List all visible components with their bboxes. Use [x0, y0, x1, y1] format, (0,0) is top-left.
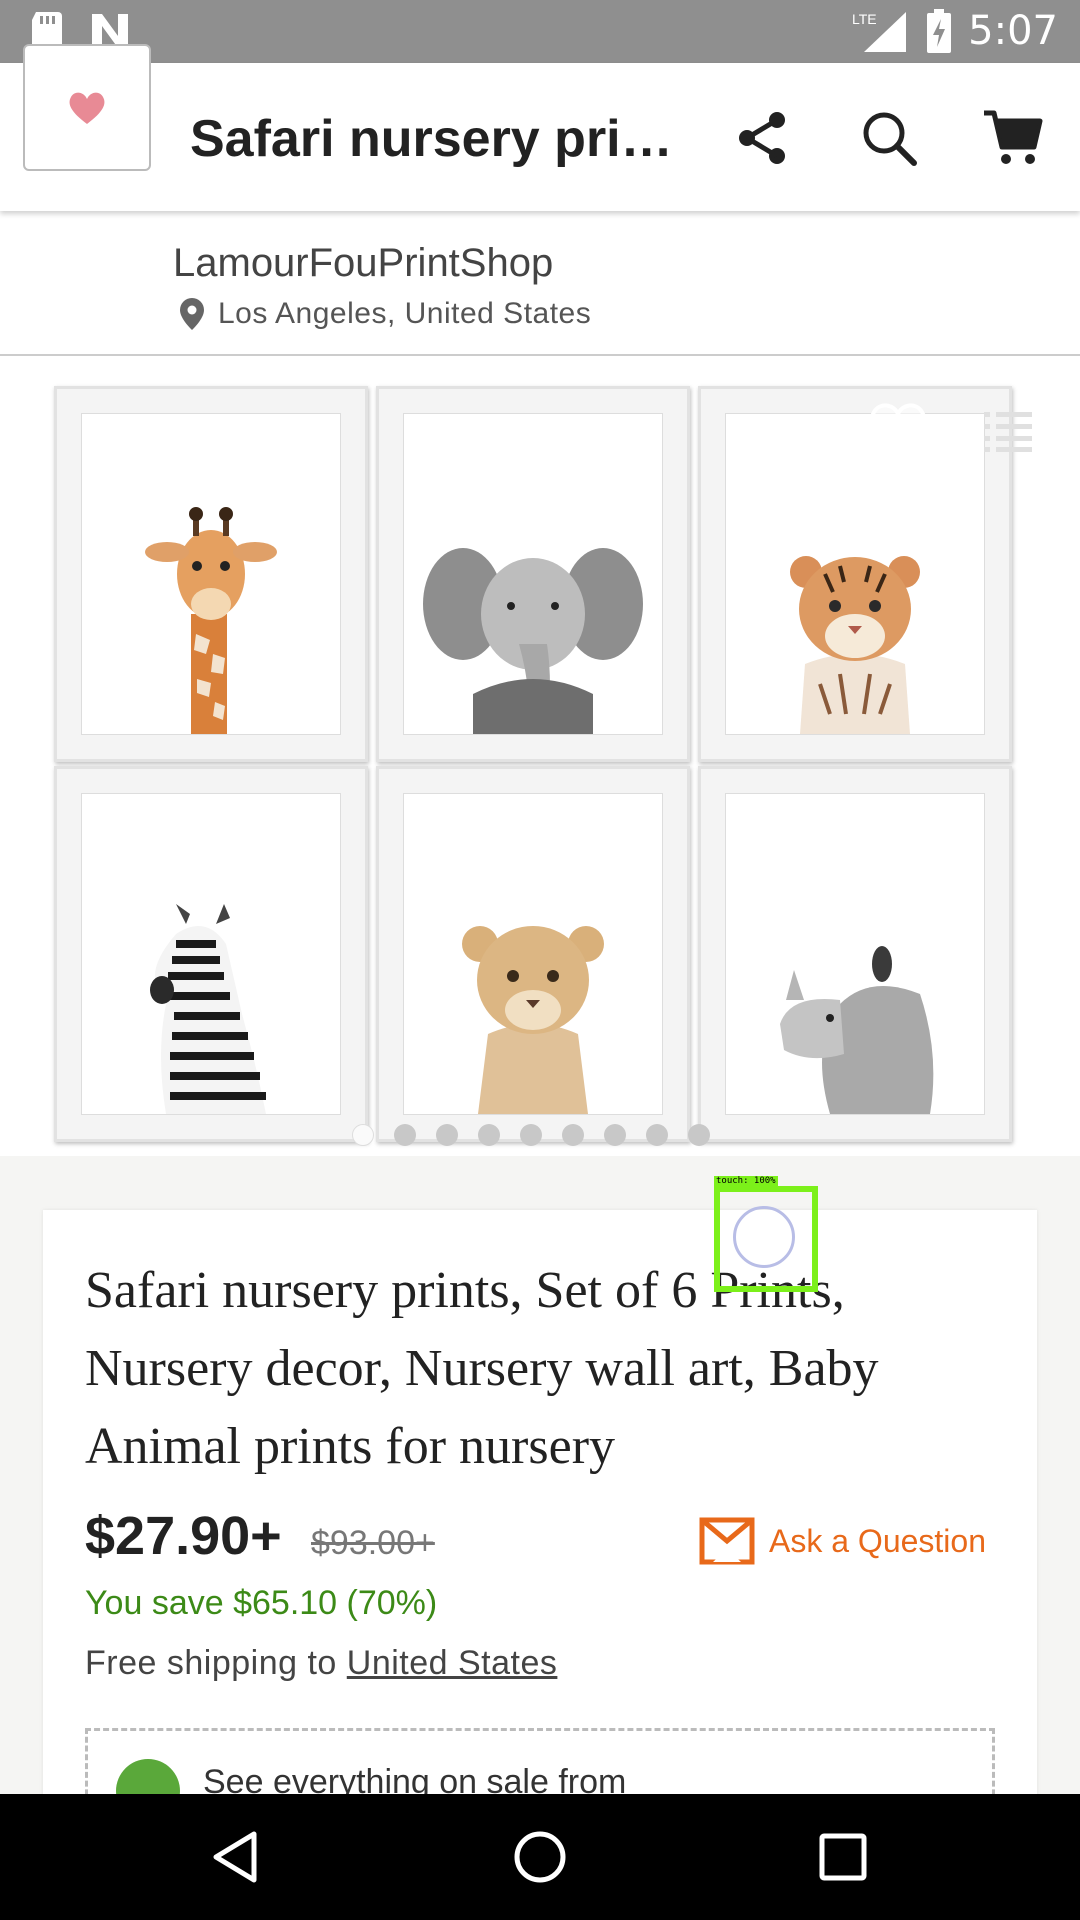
frame-elephant [376, 386, 690, 762]
rhino-illustration [780, 946, 934, 1114]
system-nav-bar [0, 1794, 1080, 1920]
pager-dot[interactable] [394, 1124, 416, 1146]
shipping-info: Free shipping to United States [85, 1644, 557, 1683]
ask-question-button[interactable]: Ask a Question [699, 1517, 986, 1565]
listing-details-card: Safari nursery prints, Set of 6 Prints, … [43, 1210, 1037, 1848]
pager-dot[interactable] [436, 1124, 458, 1146]
app-bar: Safari nursery pri… [0, 63, 1080, 211]
frame-lion [376, 766, 690, 1142]
shop-location: Los Angeles, United States [180, 297, 591, 331]
touch-indicator-circle [733, 1206, 795, 1268]
status-time: 5:07 [968, 8, 1058, 54]
shipping-prefix: Free shipping to [85, 1644, 347, 1682]
heart-logo-icon [69, 92, 105, 124]
lte-signal-icon: LTE [852, 11, 907, 52]
pager-dot[interactable] [562, 1124, 584, 1146]
location-pin-icon [180, 298, 204, 330]
shop-header[interactable]: LamourFouPrintShop Los Angeles, United S… [0, 211, 1080, 356]
shipping-country-link[interactable]: United States [347, 1644, 558, 1682]
savings-text: You save $65.10 (70%) [85, 1584, 438, 1622]
pager-dot[interactable] [520, 1124, 542, 1146]
search-icon[interactable] [854, 103, 924, 173]
pager-dot[interactable] [478, 1124, 500, 1146]
frame-rhino [698, 766, 1012, 1142]
image-pager[interactable] [352, 1124, 710, 1146]
back-icon[interactable] [200, 1824, 270, 1890]
frame-tiger [698, 386, 1012, 762]
add-to-list-icon[interactable] [984, 410, 1032, 452]
tiger-illustration [790, 556, 920, 734]
page-title: Safari nursery pri… [190, 110, 673, 168]
pager-dot[interactable] [646, 1124, 668, 1146]
original-price: $93.00+ [311, 1524, 435, 1562]
battery-charging-icon [927, 9, 952, 53]
listing-price: $27.90+ [85, 1506, 282, 1566]
listing-title: Safari nursery prints, Set of 6 Prints, … [85, 1262, 879, 1475]
shop-location-text: Los Angeles, United States [218, 297, 592, 330]
pager-dot[interactable] [352, 1124, 374, 1146]
shop-avatar[interactable] [23, 44, 151, 171]
cart-icon[interactable] [978, 103, 1048, 173]
home-icon[interactable] [505, 1824, 575, 1890]
svg-text:LTE: LTE [852, 11, 877, 27]
zebra-illustration [150, 904, 266, 1114]
recents-icon[interactable] [808, 1824, 878, 1890]
envelope-icon [699, 1517, 755, 1565]
share-icon[interactable] [728, 103, 798, 173]
shop-name[interactable]: LamourFouPrintShop [173, 241, 553, 286]
lion-cub-illustration [462, 926, 604, 1114]
favorite-heart-icon[interactable] [868, 400, 928, 456]
status-bar: LTE 5:07 [0, 0, 1080, 63]
pager-dot[interactable] [688, 1124, 710, 1146]
frame-giraffe [54, 386, 368, 762]
product-image-gallery[interactable] [0, 356, 1080, 1156]
frame-zebra [54, 766, 368, 1142]
ask-question-label: Ask a Question [769, 1522, 986, 1559]
pager-dot[interactable] [604, 1124, 626, 1146]
giraffe-illustration [145, 507, 277, 734]
elephant-illustration [423, 548, 643, 734]
touch-indicator-label: touch: 100% [714, 1176, 778, 1186]
